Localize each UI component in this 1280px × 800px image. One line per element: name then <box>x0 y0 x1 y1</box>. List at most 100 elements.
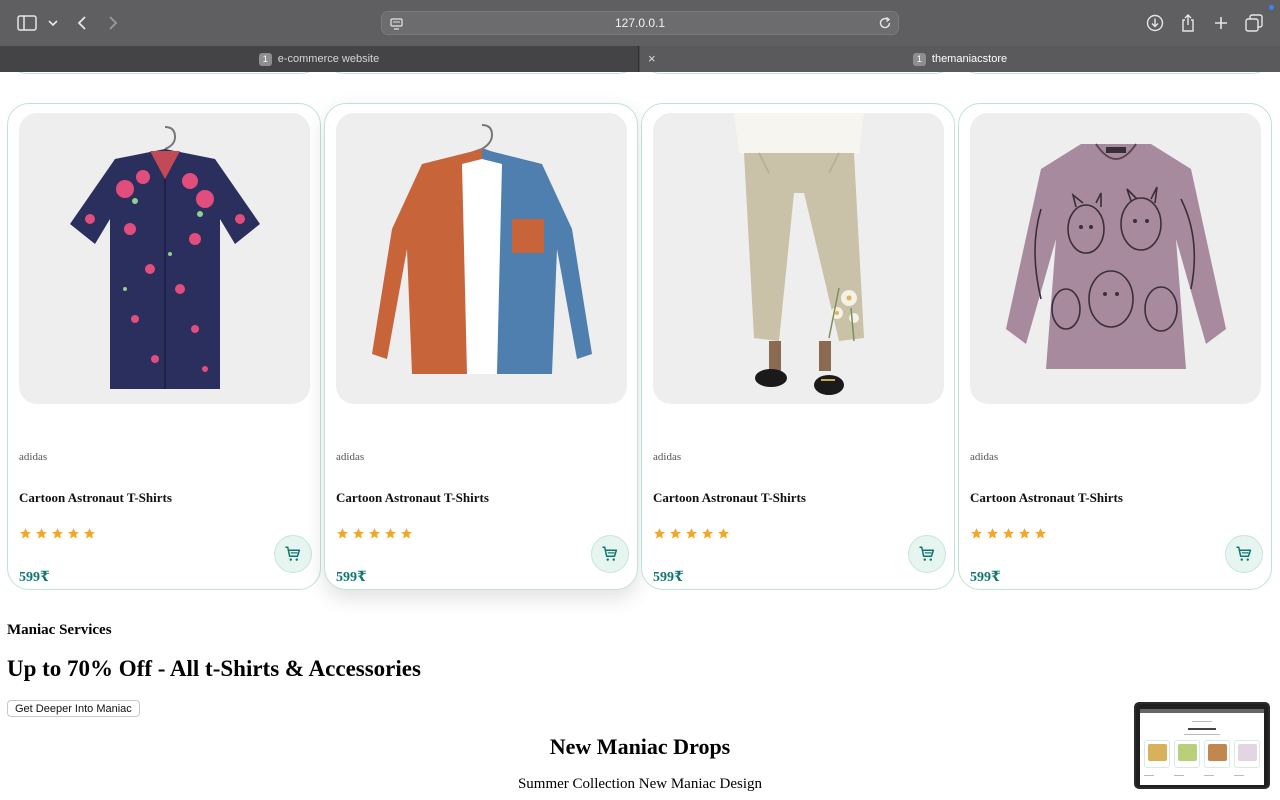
tab-label: e-commerce website <box>277 53 380 65</box>
product-title[interactable]: Cartoon Astronaut T-Shirts <box>970 490 1123 506</box>
add-to-cart-button[interactable] <box>591 535 629 573</box>
star-icon <box>353 528 364 539</box>
product-brand: adidas <box>970 451 999 463</box>
tab-number-badge: 1 <box>912 52 926 66</box>
product-image[interactable] <box>336 113 627 404</box>
rating-stars <box>19 527 96 540</box>
reload-icon[interactable] <box>878 16 892 35</box>
forward-arrow-icon[interactable] <box>101 11 125 35</box>
product-card[interactable]: adidas Cartoon Astronaut T-Shirts 599₹ <box>958 103 1272 590</box>
product-price: 599₹ <box>970 570 1001 585</box>
product-price: 599₹ <box>336 570 367 585</box>
url-text: 127.0.0.1 <box>614 16 666 30</box>
product-brand: adidas <box>336 451 365 463</box>
services-heading: Maniac Services <box>7 622 112 638</box>
product-price: 599₹ <box>19 570 50 585</box>
star-icon <box>68 528 79 539</box>
new-drops-title: New Maniac Drops <box>549 734 731 759</box>
get-deeper-button[interactable]: Get Deeper Into Maniac <box>7 700 140 717</box>
product-card[interactable]: adidas Cartoon Astronaut T-Shirts 599₹ <box>324 103 638 590</box>
sidebar-toggle-icon[interactable] <box>15 11 39 35</box>
promo-heading: Up to 70% Off - All t-Shirts & Accessori… <box>7 656 421 681</box>
star-icon <box>971 528 982 539</box>
star-icon <box>1035 528 1046 539</box>
add-to-cart-button[interactable] <box>908 535 946 573</box>
chevron-down-icon[interactable] <box>41 11 65 35</box>
thumbnail-text-line <box>1188 728 1216 730</box>
thumbnail-text-line <box>1234 775 1244 776</box>
star-icon <box>686 528 697 539</box>
floral-shirt-icon <box>69 125 260 389</box>
star-icon <box>337 528 348 539</box>
thumbnail-text-line <box>1204 775 1214 776</box>
cart-icon <box>1236 546 1252 561</box>
screenshot-thumbnail[interactable] <box>1134 702 1270 789</box>
product-brand: adidas <box>19 451 48 463</box>
star-icon <box>718 528 729 539</box>
thumbnail-chrome <box>1140 709 1264 713</box>
page-content: adidas Cartoon Astronaut T-Shirts 599₹ a… <box>0 72 1280 800</box>
cart-icon <box>602 546 618 561</box>
previous-card-edge <box>958 72 1272 74</box>
star-icon <box>401 528 412 539</box>
product-title[interactable]: Cartoon Astronaut T-Shirts <box>653 490 806 506</box>
product-image[interactable] <box>970 113 1261 404</box>
product-title[interactable]: Cartoon Astronaut T-Shirts <box>19 490 172 506</box>
cat-print-blouse-icon <box>1005 142 1226 369</box>
product-image[interactable] <box>19 113 310 404</box>
product-title[interactable]: Cartoon Astronaut T-Shirts <box>336 490 489 506</box>
previous-card-edge <box>324 72 638 74</box>
thumbnail-card <box>1204 740 1230 768</box>
new-tab-plus-icon[interactable] <box>1209 11 1233 35</box>
previous-card-edge <box>641 72 955 74</box>
thumbnail-screen <box>1140 709 1264 785</box>
new-drops-subtitle: Summer Collection New Maniac Design <box>517 776 763 792</box>
star-icon <box>385 528 396 539</box>
tab-themaniacstore[interactable]: × 1 themaniacstore <box>640 46 1280 72</box>
tab-label: themaniacstore <box>931 53 1008 65</box>
product-brand: adidas <box>653 451 682 463</box>
add-to-cart-button[interactable] <box>1225 535 1263 573</box>
linen-pants-icon <box>733 113 864 395</box>
star-icon <box>84 528 95 539</box>
notification-dot <box>1269 5 1274 10</box>
product-image[interactable] <box>653 113 944 404</box>
thumbnail-card <box>1174 740 1200 768</box>
address-bar[interactable]: 127.0.0.1 <box>381 11 899 35</box>
rating-stars <box>336 527 413 540</box>
tab-bar: 1 e-commerce website × 1 themaniacstore <box>0 46 1280 72</box>
previous-product-row <box>0 72 1280 74</box>
back-arrow-icon[interactable] <box>70 11 94 35</box>
add-to-cart-button[interactable] <box>274 535 312 573</box>
rating-stars <box>970 527 1047 540</box>
product-card[interactable]: adidas Cartoon Astronaut T-Shirts 599₹ <box>7 103 321 590</box>
star-icon <box>654 528 665 539</box>
star-icon <box>670 528 681 539</box>
tab-overview-icon[interactable] <box>1242 11 1266 35</box>
star-icon <box>702 528 713 539</box>
cart-icon <box>285 546 301 561</box>
close-tab-icon[interactable]: × <box>648 51 656 66</box>
downloads-icon[interactable] <box>1143 11 1167 35</box>
share-icon[interactable] <box>1176 11 1200 35</box>
thumbnail-text-line <box>1192 721 1212 722</box>
tab-number-badge: 1 <box>258 52 272 66</box>
star-icon <box>369 528 380 539</box>
star-icon <box>36 528 47 539</box>
colorblock-shirt-icon <box>371 123 592 374</box>
thumbnail-card <box>1234 740 1260 768</box>
thumbnail-text-line <box>1144 775 1154 776</box>
star-icon <box>52 528 63 539</box>
tab-e-commerce-website[interactable]: 1 e-commerce website <box>0 46 639 72</box>
thumbnail-card <box>1144 740 1170 768</box>
star-icon <box>987 528 998 539</box>
cart-icon <box>919 546 935 561</box>
browser-toolbar: 127.0.0.1 <box>0 0 1280 46</box>
product-price: 599₹ <box>653 570 684 585</box>
thumbnail-text-line <box>1184 734 1220 735</box>
star-icon <box>1003 528 1014 539</box>
rating-stars <box>653 527 730 540</box>
star-icon <box>20 528 31 539</box>
product-card[interactable]: adidas Cartoon Astronaut T-Shirts 599₹ <box>641 103 955 590</box>
previous-card-edge <box>7 72 321 74</box>
